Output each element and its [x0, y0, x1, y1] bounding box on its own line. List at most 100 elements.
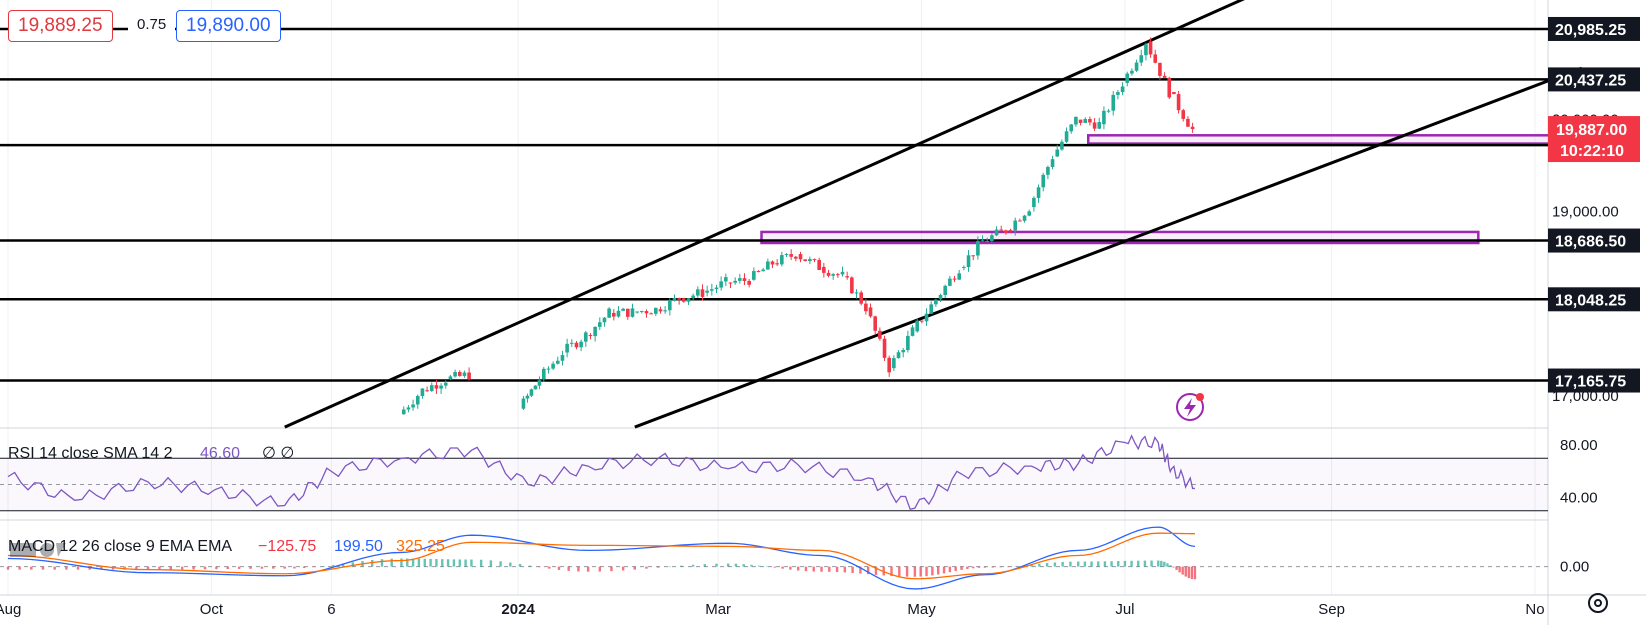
candle	[892, 355, 896, 372]
candle	[640, 310, 644, 314]
candle-body	[850, 277, 854, 294]
macd-histogram-bar	[557, 566, 561, 570]
macd-histogram-bar	[983, 566, 987, 568]
candle	[521, 395, 526, 410]
candle	[873, 315, 877, 335]
trend-channel	[284, 0, 1583, 429]
candle	[1046, 165, 1050, 180]
rsi-pane: RSI 14 close SMA 14 2 46.60 ∅ ∅ 80.00 40.00	[0, 434, 1598, 512]
macd-histogram-bar	[820, 566, 823, 572]
price-axis[interactable]: 20,000.0019,000.0017,000.0020,985.2520,4…	[1548, 16, 1640, 405]
candle-body	[943, 285, 948, 295]
candle-body	[677, 298, 681, 300]
macd-histogram-bar	[905, 566, 909, 577]
candle	[1153, 49, 1158, 64]
chart-canvas[interactable]: RSI 14 close SMA 14 2 46.60 ∅ ∅ 80.0040.00 …	[0, 0, 1646, 625]
candle	[938, 293, 943, 303]
candle-body	[1008, 230, 1013, 232]
candle-body	[938, 294, 943, 300]
candle	[864, 298, 868, 315]
macd-histogram-bar	[851, 566, 854, 573]
candle-body	[621, 308, 625, 311]
candle	[616, 306, 621, 318]
candle-body	[579, 341, 583, 348]
candle-body	[817, 259, 821, 270]
macd-histogram-bar	[796, 566, 800, 571]
macd-tick-label: 0.00	[1560, 559, 1589, 576]
candle	[775, 259, 779, 267]
macd-histogram-bar	[703, 564, 707, 567]
macd-histogram-bar	[65, 566, 68, 570]
candle	[555, 356, 560, 365]
candle	[1120, 82, 1125, 96]
macd-histogram-bar	[567, 566, 570, 571]
candle-body	[784, 254, 789, 256]
candle	[607, 307, 611, 318]
macd-histogram-bar	[458, 559, 461, 567]
macd-histogram-bar	[972, 566, 975, 569]
candle	[1139, 49, 1144, 66]
candle-body	[1097, 122, 1102, 129]
candle-body	[406, 407, 411, 410]
support-zones	[760, 134, 1583, 245]
flash-alert-icon[interactable]	[1176, 393, 1204, 421]
macd-histogram-bar	[1130, 560, 1133, 567]
candle	[415, 394, 420, 409]
candle	[686, 298, 691, 306]
level-price-label: 18,048.25	[1548, 287, 1640, 312]
macd-histogram-bar	[1157, 560, 1160, 567]
candle	[434, 379, 439, 394]
candle	[798, 251, 803, 263]
macd-histogram-bar	[226, 566, 229, 570]
bid-price-box[interactable]: 19,889.25	[8, 10, 113, 42]
candle	[611, 309, 616, 321]
macd-histogram-bar	[1193, 566, 1197, 580]
candle	[994, 226, 999, 237]
candle	[1102, 106, 1106, 130]
macd-histogram-bar	[464, 559, 467, 567]
macd-histogram-bar	[237, 566, 241, 569]
macd-histogram-bar	[1169, 565, 1172, 567]
candle-body	[892, 358, 896, 369]
candle-body	[1013, 220, 1018, 231]
candle-body	[1186, 118, 1190, 127]
horizontal-levels	[0, 27, 1548, 382]
candle	[761, 267, 765, 272]
candle	[1181, 108, 1186, 122]
candle-body	[873, 316, 877, 331]
macd-histogram-bar	[479, 559, 483, 567]
candle-body	[1069, 124, 1074, 132]
candle	[868, 303, 873, 318]
candle-body	[457, 372, 462, 376]
macd-histogram-bar	[942, 566, 946, 574]
candle	[560, 350, 565, 366]
candle	[546, 366, 551, 374]
macd-histogram-bar	[1137, 560, 1140, 567]
candle-body	[593, 326, 597, 337]
candle-body	[658, 309, 663, 312]
ask-price-box[interactable]: 19,890.00	[176, 10, 281, 42]
candle-body	[1022, 215, 1027, 221]
candle	[569, 339, 574, 347]
candle-body	[1134, 62, 1139, 71]
candle-body	[588, 335, 593, 337]
macd-histogram-bar	[400, 558, 403, 567]
candle-body	[831, 274, 835, 276]
settings-icon[interactable]	[1588, 593, 1608, 613]
time-axis[interactable]: Aug Oct 6 2024 Mar May Jul Sep No	[0, 601, 1545, 618]
macd-histogram-bar	[1090, 561, 1093, 567]
rsi-tick-label: 40.00	[1560, 490, 1598, 507]
candle	[1172, 91, 1176, 95]
macd-histogram-bar	[1123, 560, 1127, 567]
candle	[784, 253, 789, 257]
candle-body	[560, 355, 565, 361]
level-price-text: 20,985.25	[1555, 22, 1626, 39]
macd-histogram-bar	[452, 559, 456, 567]
candle-body	[551, 363, 555, 369]
candle-body	[682, 298, 686, 302]
candle	[525, 393, 530, 403]
candle-body	[529, 389, 534, 396]
candle	[696, 286, 700, 298]
candle	[1125, 71, 1130, 87]
macd-histogram-bar	[322, 566, 325, 567]
